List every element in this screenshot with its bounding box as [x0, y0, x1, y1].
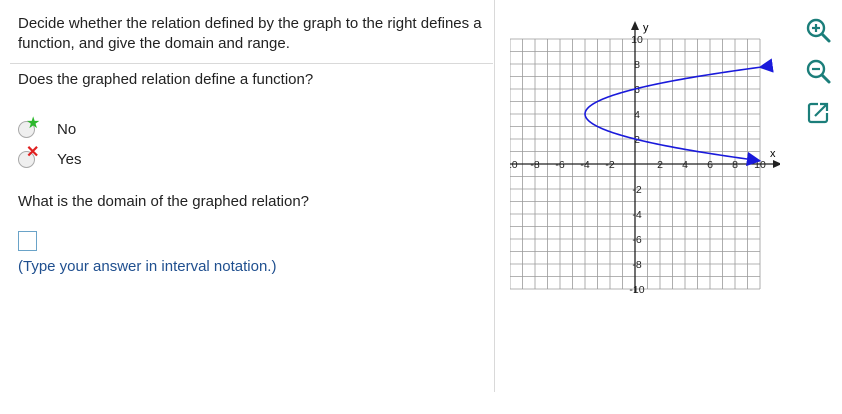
x-tick-label: -4	[580, 159, 589, 171]
choice-no-label: No	[57, 120, 77, 138]
relation-graph: -10-8-6-4-2246810 108642-2-4-6-8-10 x y	[510, 21, 780, 294]
x-tick-label: 6	[707, 159, 713, 171]
vertical-divider	[494, 0, 495, 392]
y-tick-label: 6	[634, 84, 640, 96]
x-tick-label: 4	[682, 159, 688, 171]
zoom-in-icon[interactable]	[804, 16, 832, 44]
radio-no[interactable]: ★	[18, 115, 40, 138]
x-tick-label: -6	[555, 159, 564, 171]
y-tick-label: -2	[632, 184, 641, 196]
domain-question: What is the domain of the graphed relati…	[18, 193, 310, 210]
expand-icon[interactable]	[804, 99, 832, 127]
choice-yes[interactable]: ✕ Yes	[18, 144, 82, 170]
y-tick-label: -8	[632, 259, 641, 271]
x-axis-arrow	[773, 160, 780, 168]
x-tick-label: 8	[732, 159, 738, 171]
y-tick-label: 4	[634, 109, 640, 121]
choice-yes-label: Yes	[57, 150, 82, 168]
divider	[10, 63, 493, 64]
x-axis-label: x	[770, 148, 776, 160]
radio-yes[interactable]: ✕	[18, 144, 39, 168]
y-axis-label: y	[643, 22, 649, 34]
y-tick-label: 8	[634, 59, 640, 71]
y-axis-arrow	[631, 21, 639, 30]
zoom-out-icon[interactable]	[804, 57, 832, 85]
domain-answer-input[interactable]	[18, 231, 37, 251]
x-tick-label: 2	[657, 159, 663, 171]
correct-star-icon: ★	[26, 114, 41, 132]
incorrect-x-icon: ✕	[26, 143, 40, 161]
x-tick-labels: -10-8-6-4-2246810	[510, 159, 766, 171]
choice-no[interactable]: ★ No	[18, 115, 77, 140]
x-tick-label: -10	[510, 159, 518, 171]
y-tick-label: -6	[632, 234, 641, 246]
y-tick-label: -4	[632, 209, 641, 221]
axes	[510, 21, 780, 293]
y-tick-label: 10	[631, 34, 643, 46]
x-tick-label: -2	[605, 159, 614, 171]
x-tick-label: -8	[530, 159, 539, 171]
y-tick-label: -10	[629, 284, 644, 294]
answer-hint: (Type your answer in interval notation.)	[18, 258, 277, 275]
function-question: Does the graphed relation define a funct…	[18, 71, 314, 88]
question-prompt: Decide whether the relation defined by t…	[18, 15, 482, 52]
